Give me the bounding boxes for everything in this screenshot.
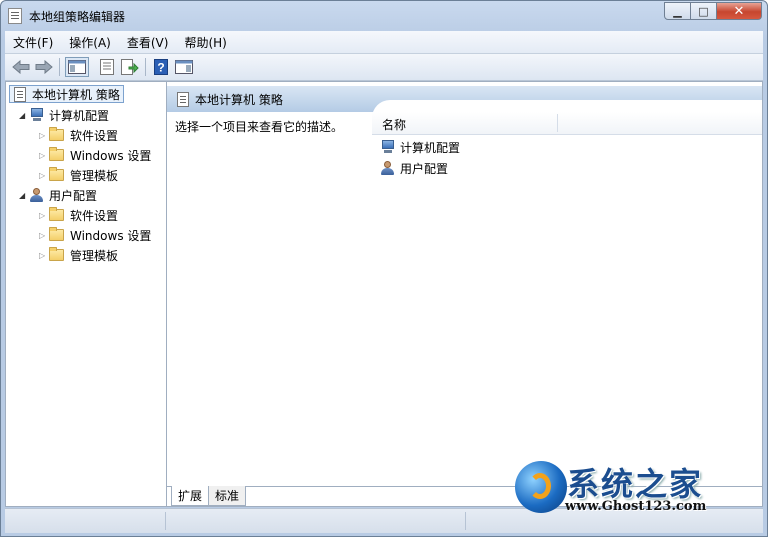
header-title-text: 本地计算机 策略 xyxy=(195,93,283,107)
forward-button[interactable] xyxy=(34,57,54,77)
collapsed-arrow-icon: ▷ xyxy=(39,230,46,240)
folder-icon xyxy=(49,167,64,181)
policy-editor-icon xyxy=(8,8,22,24)
forward-arrow-icon xyxy=(35,60,53,74)
caption-buttons: ▁ □ ✕ xyxy=(664,2,762,21)
tree-node-label: 管理模板 xyxy=(70,248,119,263)
tree-node-computer-config[interactable]: ◢ 计算机配置 xyxy=(19,106,109,124)
menu-bar: 文件(F) 操作(A) 查看(V) 帮助(H) xyxy=(5,31,763,54)
watermark-logo-icon xyxy=(515,461,567,513)
help-button[interactable]: ? xyxy=(151,57,171,77)
computer-icon xyxy=(29,108,45,122)
menu-help[interactable]: 帮助(H) xyxy=(176,34,234,51)
tree-node-windows-settings[interactable]: ▷ Windows 设置 xyxy=(39,226,151,244)
help-icon: ? xyxy=(154,59,168,75)
folder-icon xyxy=(49,127,64,141)
tree-node-admin-templates[interactable]: ▷ 管理模板 xyxy=(39,246,118,264)
export-icon xyxy=(121,59,139,75)
column-resize-handle[interactable] xyxy=(557,114,558,132)
watermark-url: www.Ghost123.com xyxy=(565,499,707,514)
tree-node-admin-templates[interactable]: ▷ 管理模板 xyxy=(39,166,118,184)
svg-text:?: ? xyxy=(157,61,164,75)
tree-node-label: Windows 设置 xyxy=(70,148,152,163)
toolbar-separator xyxy=(59,58,60,76)
collapsed-arrow-icon: ▷ xyxy=(39,150,46,160)
result-pane-title: 本地计算机 策略 xyxy=(177,91,283,108)
app-window: 本地组策略编辑器 ▁ □ ✕ 文件(F) 操作(A) 查看(V) 帮助(H) ?… xyxy=(0,0,768,537)
tree-node-label: 用户配置 xyxy=(49,188,98,203)
minimize-icon: ▁ xyxy=(673,4,682,18)
tree-node-label: 软件设置 xyxy=(70,128,119,143)
tree-node-root[interactable]: 本地计算机 策略 xyxy=(9,85,124,103)
back-arrow-icon xyxy=(12,60,30,74)
console-tree-icon xyxy=(68,60,86,74)
list-item[interactable]: 计算机配置 xyxy=(380,137,460,157)
list-item-label: 计算机配置 xyxy=(400,140,461,155)
show-hide-tree-button[interactable] xyxy=(65,57,89,77)
user-icon xyxy=(380,160,396,176)
list-column-header: 名称 xyxy=(372,112,762,135)
tab-standard[interactable]: 标准 xyxy=(208,486,247,506)
toolbar: ? xyxy=(5,54,763,81)
tree-node-label: 软件设置 xyxy=(70,208,119,223)
toolbar-separator xyxy=(145,58,146,76)
menu-action[interactable]: 操作(A) xyxy=(61,34,119,51)
policy-doc-icon xyxy=(177,92,189,107)
close-icon: ✕ xyxy=(733,3,745,19)
list-item-label: 用户配置 xyxy=(400,161,449,176)
column-name-header[interactable]: 名称 xyxy=(382,116,406,133)
folder-icon xyxy=(49,207,64,221)
window-title: 本地组策略编辑器 xyxy=(29,10,126,24)
export-list-button[interactable] xyxy=(120,57,140,77)
properties-icon xyxy=(100,59,114,75)
folder-icon xyxy=(49,227,64,241)
menu-file[interactable]: 文件(F) xyxy=(5,34,61,51)
collapsed-arrow-icon: ▷ xyxy=(39,130,46,140)
tree-node-label: 计算机配置 xyxy=(49,108,110,123)
properties-button[interactable] xyxy=(97,57,117,77)
folder-icon xyxy=(49,247,64,261)
expanded-arrow-icon: ◢ xyxy=(19,190,26,200)
folder-icon xyxy=(49,147,64,161)
tree-node-label: Windows 设置 xyxy=(70,228,152,243)
maximize-button[interactable]: □ xyxy=(691,2,717,20)
tree-node-label: 管理模板 xyxy=(70,168,119,183)
tree-node-label: 本地计算机 策略 xyxy=(32,87,120,102)
expanded-arrow-icon: ◢ xyxy=(19,110,26,120)
maximize-icon: □ xyxy=(698,4,709,18)
collapsed-arrow-icon: ▷ xyxy=(39,250,46,260)
action-pane-icon xyxy=(175,60,193,74)
collapsed-arrow-icon: ▷ xyxy=(39,210,46,220)
client-area: 本地计算机 策略 ◢ 计算机配置 ▷ 软件设置 ▷ Windows 设置 ▷ 管… xyxy=(5,81,763,507)
user-icon xyxy=(29,187,45,203)
list-item[interactable]: 用户配置 xyxy=(380,158,448,178)
close-button[interactable]: ✕ xyxy=(717,2,762,20)
tree-node-windows-settings[interactable]: ▷ Windows 设置 xyxy=(39,146,151,164)
tree-node-software-settings[interactable]: ▷ 软件设置 xyxy=(39,206,118,224)
policy-doc-icon xyxy=(14,86,26,102)
menu-view[interactable]: 查看(V) xyxy=(119,34,177,51)
computer-icon xyxy=(380,140,396,154)
tree-node-user-config[interactable]: ◢ 用户配置 xyxy=(19,186,97,204)
tree-node-software-settings[interactable]: ▷ 软件设置 xyxy=(39,126,118,144)
description-text: 选择一个项目来查看它的描述。 xyxy=(175,120,344,134)
status-separator xyxy=(165,512,166,530)
watermark: 系统之家 www.Ghost123.com xyxy=(515,459,755,529)
back-button[interactable] xyxy=(11,57,31,77)
console-tree: 本地计算机 策略 ◢ 计算机配置 ▷ 软件设置 ▷ Windows 设置 ▷ 管… xyxy=(6,82,167,506)
title-bar[interactable]: 本地组策略编辑器 ▁ □ ✕ xyxy=(1,1,767,31)
collapsed-arrow-icon: ▷ xyxy=(39,170,46,180)
show-action-pane-button[interactable] xyxy=(174,57,194,77)
status-separator xyxy=(465,512,466,530)
item-list: 名称 计算机配置 用户配置 xyxy=(372,100,762,480)
minimize-button[interactable]: ▁ xyxy=(664,2,691,20)
result-pane: 本地计算机 策略 选择一个项目来查看它的描述。 名称 计算机配置 用户配置 扩展… xyxy=(167,82,762,506)
tab-extended[interactable]: 扩展 xyxy=(171,486,210,506)
